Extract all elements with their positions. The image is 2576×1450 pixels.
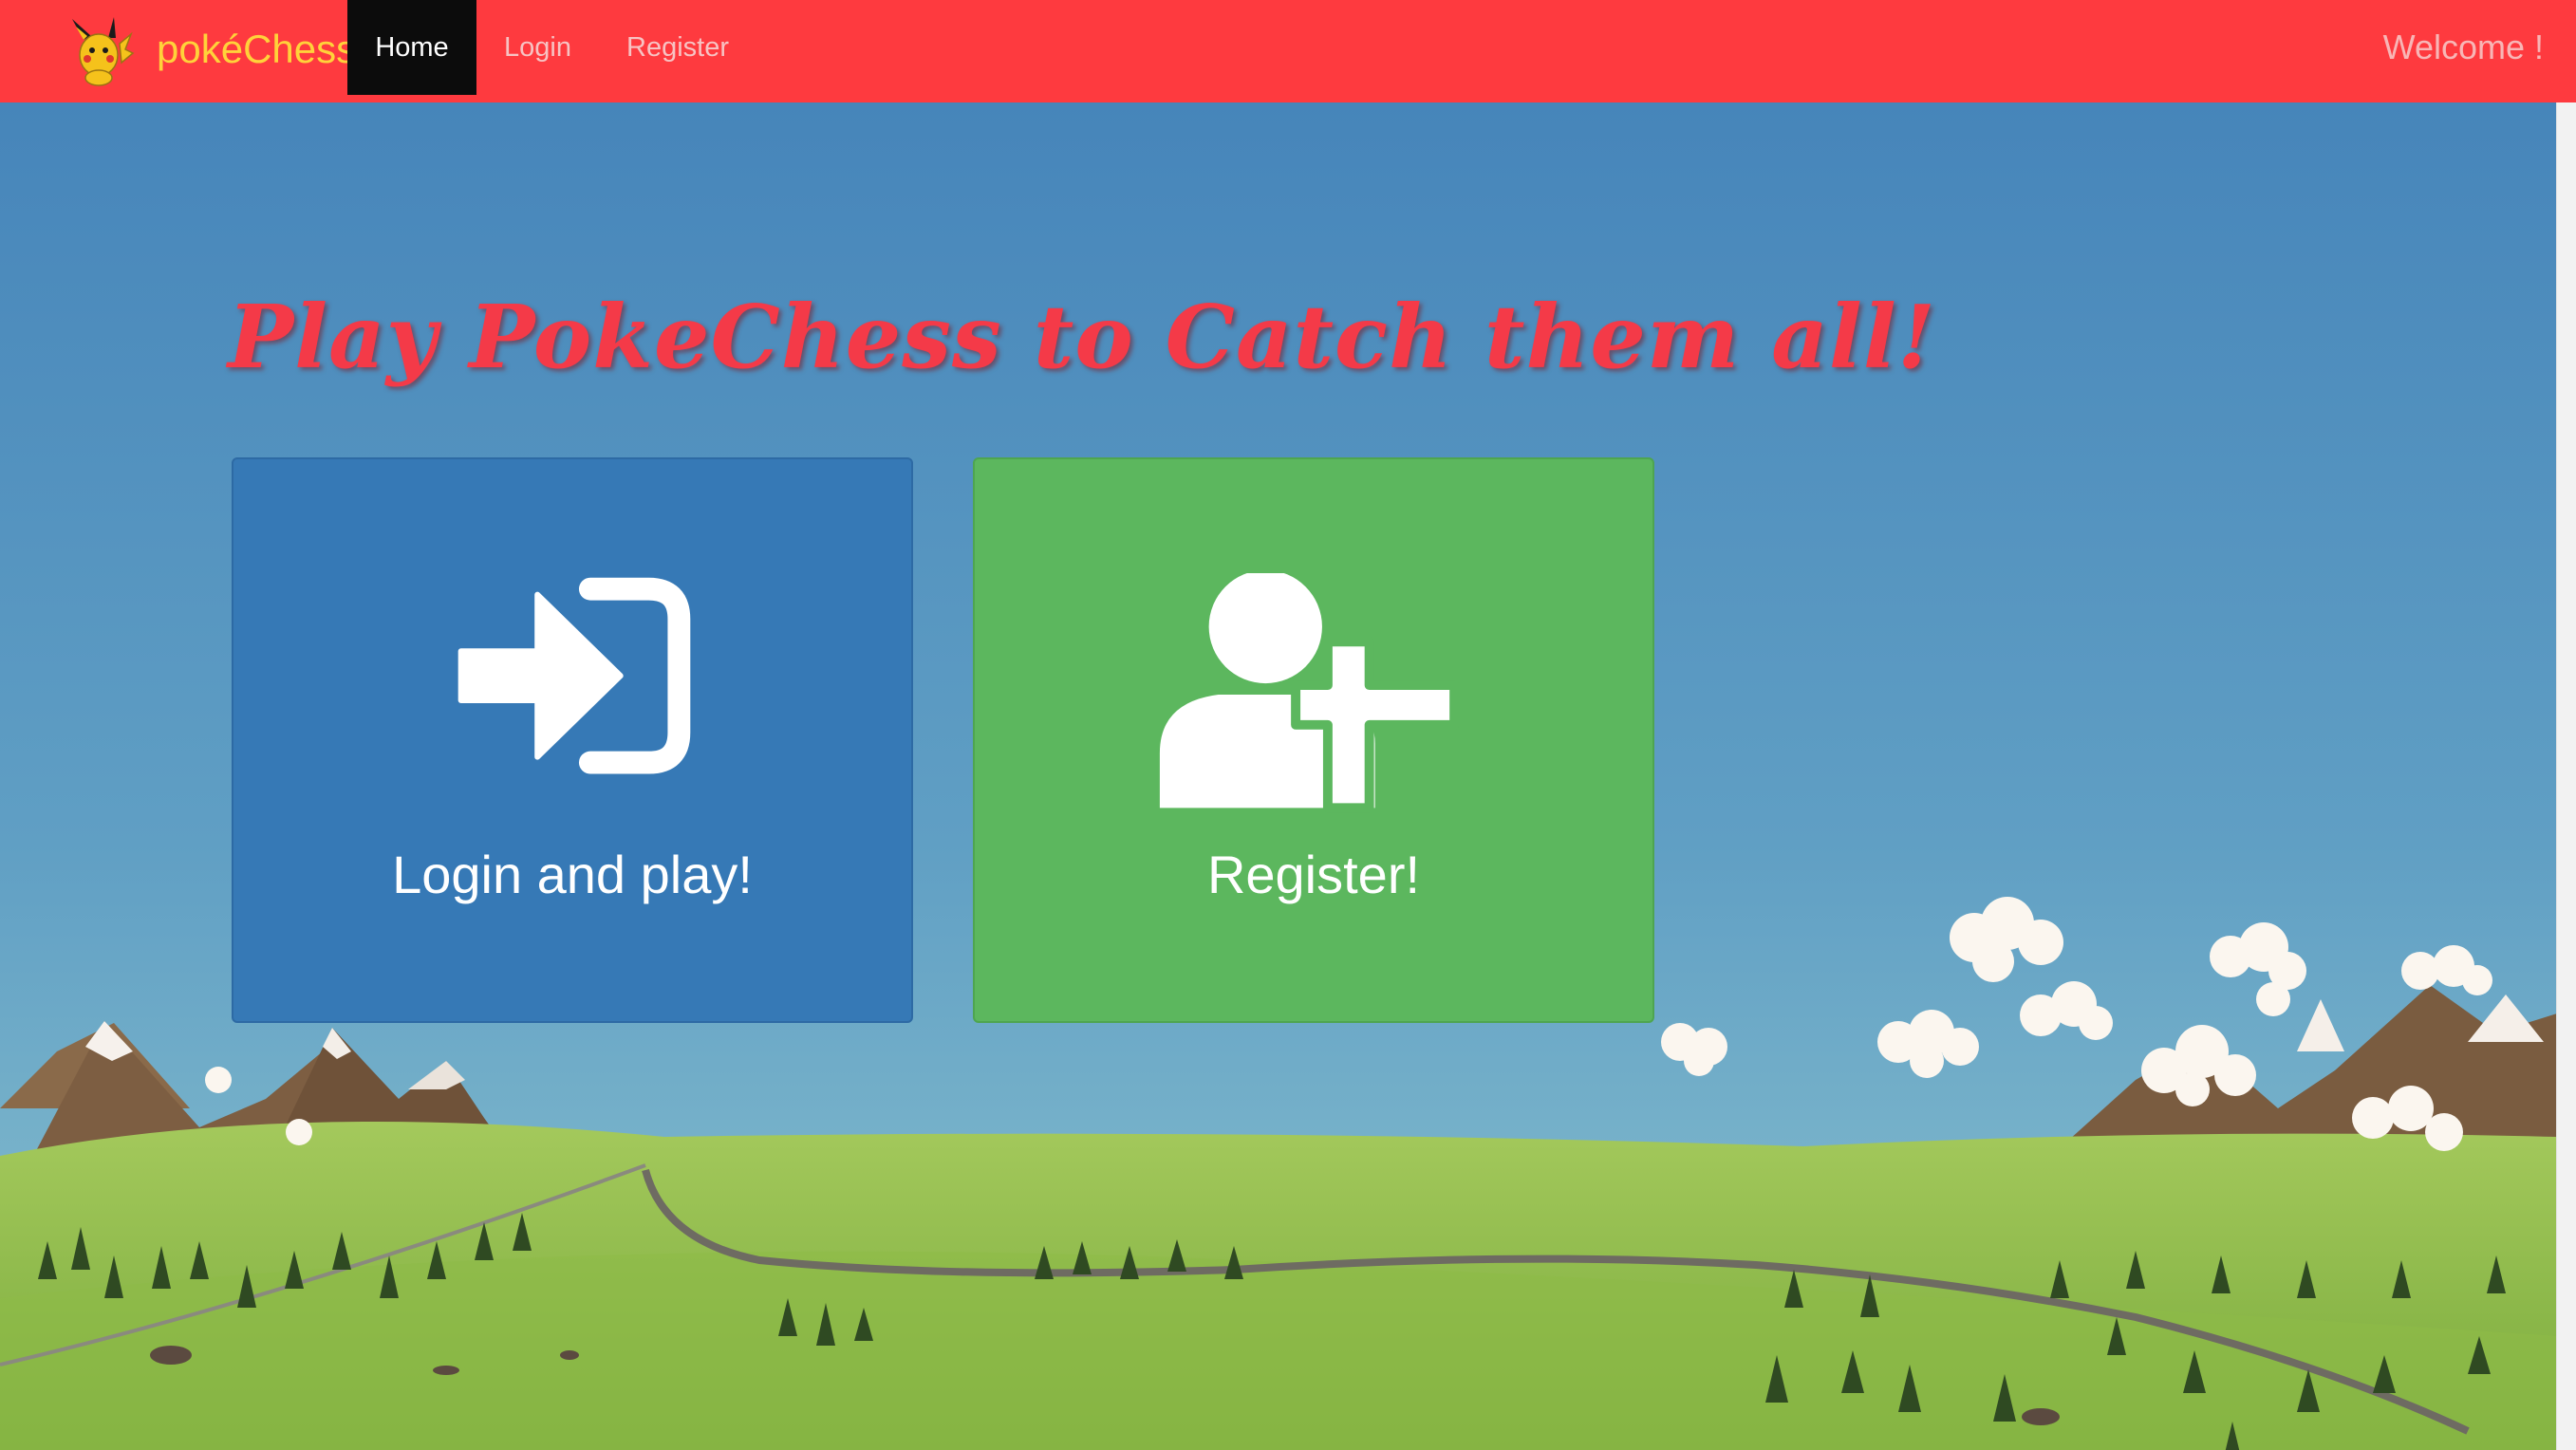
nav-home-link[interactable]: Home — [347, 0, 476, 95]
register-label: Register! — [1206, 845, 1421, 904]
user-plus-icon — [1159, 573, 1460, 813]
nav-login-link[interactable]: Login — [504, 0, 571, 95]
login-and-play-label: Login and play! — [392, 845, 753, 904]
login-and-play-button[interactable]: Login and play! — [232, 457, 913, 1023]
page-headline: Play PokeChess to Catch them all! — [228, 286, 1937, 388]
welcome-message: Welcome ! — [2382, 28, 2544, 66]
pikachu-logo-icon[interactable] — [66, 15, 135, 87]
sign-in-icon — [457, 577, 691, 774]
register-button[interactable]: Register! — [973, 457, 1654, 1023]
top-navbar: pokéChess Home Login Register Welcome ! — [0, 0, 2576, 102]
brand-name[interactable]: pokéChess — [157, 21, 356, 78]
page-scrollbar[interactable] — [2556, 102, 2576, 1450]
nav-register-link[interactable]: Register — [626, 0, 729, 95]
